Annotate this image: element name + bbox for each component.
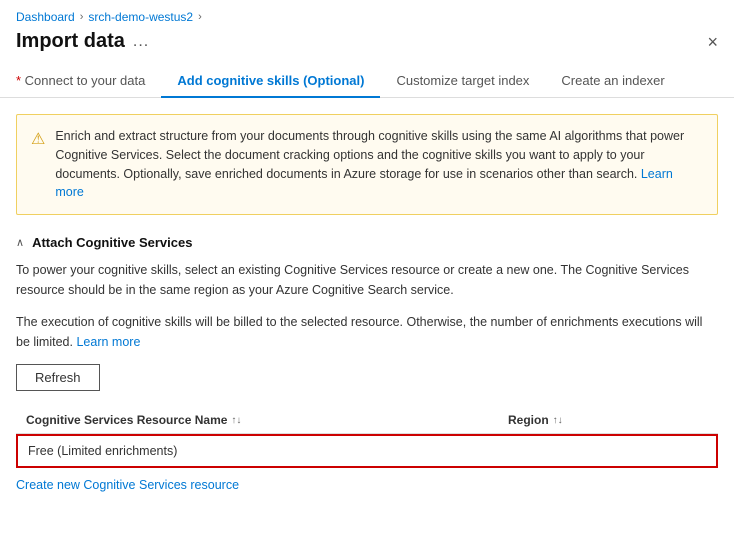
table-row[interactable]: Free (Limited enrichments) — [16, 434, 718, 468]
page-title: Import data — [16, 30, 125, 53]
breadcrumb-dashboard[interactable]: Dashboard — [16, 10, 75, 24]
tab-connect[interactable]: * Connect to your data — [16, 65, 161, 98]
breadcrumb-sep1: › — [80, 11, 84, 23]
warning-text: Enrich and extract structure from your d… — [55, 127, 703, 202]
close-button[interactable]: × — [707, 33, 718, 51]
section-learn-more-link[interactable]: Learn more — [76, 335, 140, 349]
col-name-sort-icon[interactable]: ↑↓ — [231, 415, 241, 426]
main-content: ⚠ Enrich and extract structure from your… — [0, 98, 734, 508]
refresh-button[interactable]: Refresh — [16, 364, 100, 391]
section-info-2: The execution of cognitive skills will b… — [16, 312, 718, 352]
breadcrumb: Dashboard › srch-demo-westus2 › — [0, 0, 734, 30]
breadcrumb-resource[interactable]: srch-demo-westus2 — [88, 10, 193, 24]
col-region-label: Region — [508, 413, 549, 427]
table-header: Cognitive Services Resource Name ↑↓ Regi… — [16, 407, 718, 434]
section-title: Attach Cognitive Services — [32, 235, 192, 250]
row-name: Free (Limited enrichments) — [28, 444, 177, 458]
breadcrumb-sep2: › — [198, 11, 202, 23]
tab-cognitive[interactable]: Add cognitive skills (Optional) — [161, 65, 380, 98]
col-region-sort-icon[interactable]: ↑↓ — [553, 415, 563, 426]
tab-bar: * Connect to your data Add cognitive ski… — [0, 65, 734, 98]
warning-box: ⚠ Enrich and extract structure from your… — [16, 114, 718, 215]
tab-index[interactable]: Customize target index — [380, 65, 545, 98]
create-resource-link[interactable]: Create new Cognitive Services resource — [16, 478, 239, 492]
warning-icon: ⚠ — [31, 128, 45, 202]
tab-indexer[interactable]: Create an indexer — [545, 65, 680, 98]
page-header: Import data ... × — [0, 30, 734, 65]
ellipsis-button[interactable]: ... — [133, 33, 149, 51]
col-name-label: Cognitive Services Resource Name — [26, 413, 227, 427]
section-toggle[interactable]: ∧ — [16, 236, 24, 249]
section-header: ∧ Attach Cognitive Services — [16, 235, 718, 250]
section-info-1: To power your cognitive skills, select a… — [16, 260, 718, 300]
